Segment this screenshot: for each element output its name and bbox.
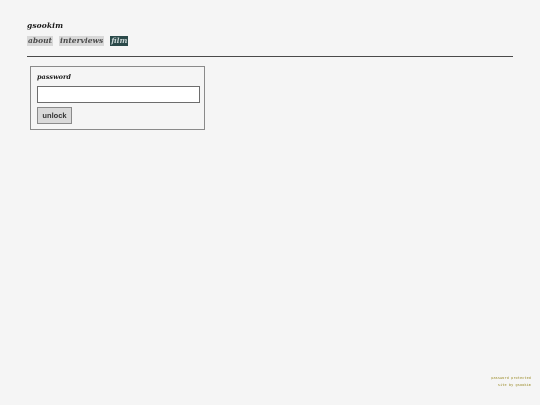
main-nav: about interviews film (27, 36, 129, 46)
footer-line-1: password protected (491, 376, 531, 380)
header-divider (27, 56, 513, 57)
site-title[interactable]: gsookim (27, 21, 63, 30)
nav-item-about[interactable]: about (27, 36, 54, 46)
footer-credit: password protected site by gsookim (491, 375, 531, 389)
password-form: password unlock (30, 66, 205, 130)
footer-line-2[interactable]: site by gsookim (491, 382, 531, 389)
password-label: password (37, 73, 71, 81)
password-input[interactable] (37, 86, 200, 103)
nav-item-interviews[interactable]: interviews (59, 36, 105, 46)
nav-item-film[interactable]: film (110, 36, 129, 46)
unlock-button[interactable]: unlock (37, 107, 72, 124)
